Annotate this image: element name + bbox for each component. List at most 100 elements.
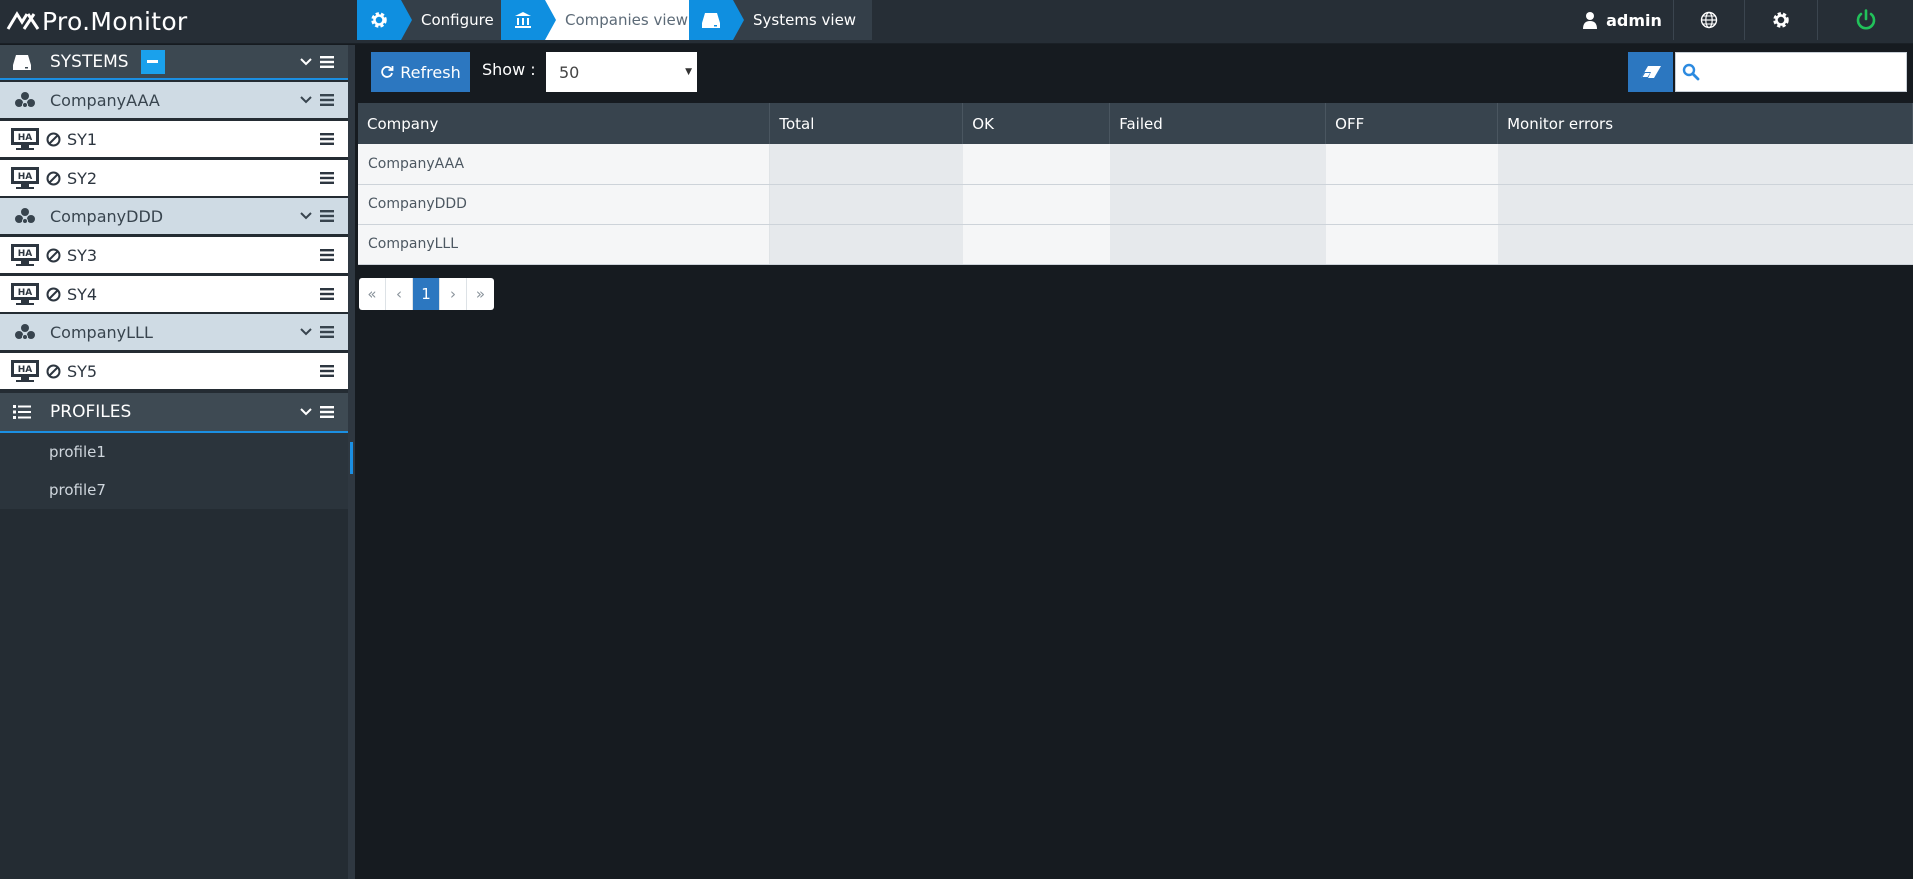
next-page-button[interactable]: › [440, 278, 467, 310]
sidebar-profile-item[interactable]: profile1 [0, 433, 348, 471]
search-field[interactable] [1675, 52, 1907, 92]
table-row[interactable]: CompanyLLL [358, 224, 1913, 265]
user-name: admin [1606, 10, 1662, 30]
sidebar-system-sy1[interactable]: HA SY1 [0, 121, 348, 157]
sidebar-company-lll[interactable]: CompanyLLL [0, 314, 348, 350]
breadcrumb-configure[interactable]: Configure [357, 0, 510, 40]
page-size-value: 50 [559, 62, 580, 82]
sidebar-company-ddd[interactable]: CompanyDDD [0, 198, 348, 234]
cell-company: CompanyAAA [358, 144, 771, 185]
cell-ok [962, 184, 1110, 225]
main-content: Refresh Show : 50 ▼ Company Total OK Fai… [355, 45, 1913, 310]
collapse-all-button[interactable] [140, 49, 165, 74]
breadcrumb-companies-view[interactable]: Companies view [501, 0, 705, 40]
sidebar-system-sy3[interactable]: HA SY3 [0, 237, 348, 273]
column-header-off[interactable]: OFF [1325, 103, 1499, 144]
chevron-down-icon[interactable] [300, 212, 312, 220]
language-button[interactable] [1673, 0, 1744, 40]
systems-section-header[interactable]: SYSTEMS [0, 45, 348, 80]
menu-icon[interactable] [320, 172, 334, 184]
refresh-button[interactable]: Refresh [371, 52, 470, 92]
top-bar: Pro.Monitor Configure Companies view Sys… [0, 0, 1913, 44]
breadcrumb-systems-view[interactable]: Systems view [689, 0, 873, 40]
menu-icon[interactable] [320, 210, 334, 222]
menu-icon[interactable] [320, 326, 334, 338]
breadcrumb-label: Configure [401, 0, 510, 40]
cell-ok [962, 224, 1110, 265]
sidebar-system-sy4[interactable]: HA SY4 [0, 276, 348, 312]
logo-mark-icon [6, 11, 40, 30]
clear-filter-button[interactable] [1628, 52, 1673, 92]
last-page-button[interactable]: » [467, 278, 494, 310]
profiles-section-header[interactable]: PROFILES [0, 393, 348, 433]
svg-text:HA: HA [18, 133, 33, 143]
bank-icon [501, 0, 556, 40]
system-name: SY2 [67, 168, 98, 188]
toolbar: Refresh Show : 50 ▼ [355, 45, 1913, 103]
resize-grip[interactable] [350, 442, 353, 474]
column-header-company[interactable]: Company [358, 103, 771, 144]
companies-icon [0, 206, 50, 226]
search-input[interactable] [1706, 54, 1906, 90]
menu-icon[interactable] [320, 406, 334, 418]
sidebar-system-sy5[interactable]: HA SY5 [0, 353, 348, 389]
settings-button[interactable] [1744, 0, 1817, 40]
chevron-down-icon[interactable] [300, 96, 312, 104]
cell-company: CompanyLLL [358, 224, 771, 265]
menu-icon[interactable] [320, 55, 334, 68]
chevron-down-icon[interactable] [300, 57, 312, 66]
drive-icon [689, 0, 744, 40]
menu-icon[interactable] [320, 288, 334, 300]
eraser-icon [1640, 66, 1661, 78]
sidebar-resize-handle[interactable] [348, 45, 355, 879]
breadcrumb-label: Companies view [545, 0, 705, 40]
systems-title: SYSTEMS [50, 51, 129, 72]
page-size-select[interactable]: 50 ▼ [546, 52, 697, 92]
system-name: SY5 [67, 361, 98, 381]
user-menu[interactable]: admin [1571, 0, 1673, 40]
refresh-label: Refresh [400, 62, 461, 82]
minus-icon [147, 60, 159, 63]
chevron-down-icon[interactable] [300, 328, 312, 336]
sidebar: SYSTEMS CompanyAAA HA SY1 HA SY2 Company… [0, 45, 348, 879]
disabled-icon [46, 132, 61, 147]
menu-icon[interactable] [320, 133, 334, 145]
cell-monitor-errors [1497, 184, 1913, 225]
column-header-monitor-errors[interactable]: Monitor errors [1497, 103, 1913, 144]
ha-monitor-icon: HA [11, 167, 39, 189]
svg-text:HA: HA [18, 249, 33, 259]
cell-monitor-errors [1497, 144, 1913, 185]
svg-text:HA: HA [18, 172, 33, 182]
power-button[interactable] [1817, 0, 1913, 40]
sidebar-system-sy2[interactable]: HA SY2 [0, 160, 348, 196]
cell-off [1325, 144, 1498, 185]
app-logo[interactable]: Pro.Monitor [6, 6, 188, 36]
system-name: SY1 [67, 129, 98, 149]
chevron-down-icon[interactable] [300, 408, 312, 416]
disabled-icon [46, 171, 61, 186]
ha-monitor-icon: HA [11, 360, 39, 382]
menu-icon[interactable] [320, 94, 334, 106]
svg-text:HA: HA [18, 365, 33, 375]
menu-icon[interactable] [320, 249, 334, 261]
table-header-row: Company Total OK Failed OFF Monitor erro… [358, 103, 1913, 144]
cell-failed [1109, 184, 1326, 225]
caret-down-icon: ▼ [685, 67, 692, 77]
sidebar-profile-item[interactable]: profile7 [0, 471, 348, 509]
cell-total [769, 184, 963, 225]
sidebar-company-aaa[interactable]: CompanyAAA [0, 82, 348, 118]
column-header-failed[interactable]: Failed [1109, 103, 1327, 144]
power-icon [1856, 9, 1875, 30]
cell-total [769, 224, 963, 265]
prev-page-button[interactable]: ‹ [386, 278, 413, 310]
column-header-total[interactable]: Total [769, 103, 964, 144]
table-row[interactable]: CompanyAAA [358, 144, 1913, 185]
first-page-button[interactable]: « [359, 278, 386, 310]
table-row[interactable]: CompanyDDD [358, 184, 1913, 225]
page-button-current[interactable]: 1 [413, 278, 440, 310]
ha-monitor-icon: HA [11, 128, 39, 150]
column-header-ok[interactable]: OK [962, 103, 1111, 144]
system-name: SY3 [67, 245, 98, 265]
menu-icon[interactable] [320, 365, 334, 377]
ha-monitor-icon: HA [11, 283, 39, 305]
